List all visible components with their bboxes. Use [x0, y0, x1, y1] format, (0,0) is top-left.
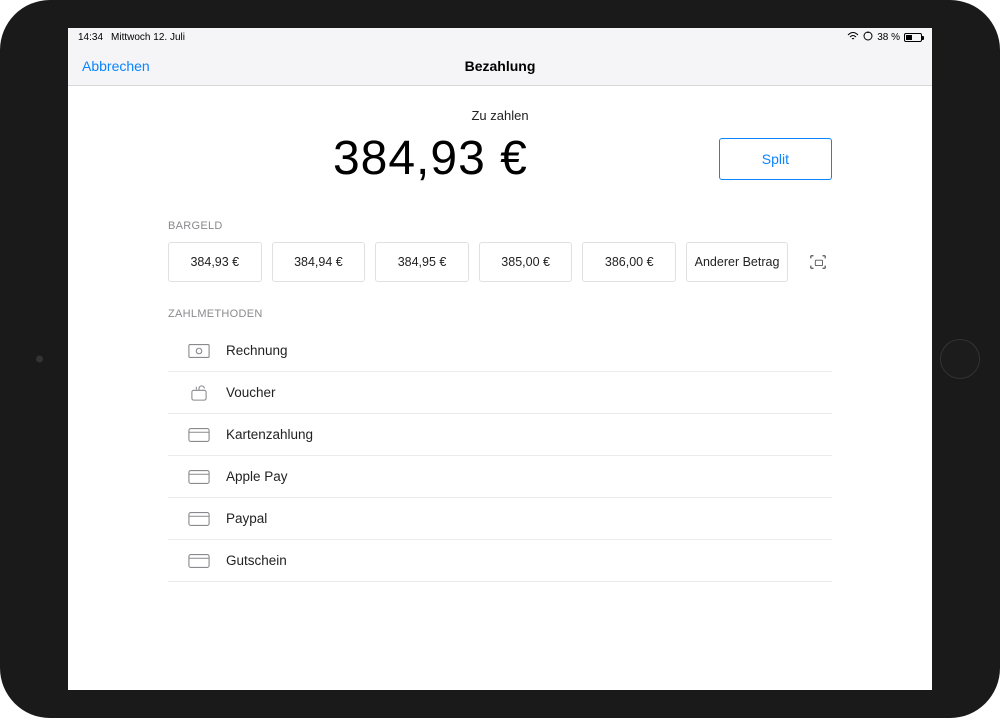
payment-methods-section: ZAHLMETHODEN Rechnung Voucher Kartenzahlun… [68, 308, 932, 582]
card-icon [188, 427, 210, 443]
status-date: Mittwoch 12. Juli [111, 32, 185, 43]
payment-method-row[interactable]: Rechnung [168, 330, 832, 372]
card-icon [188, 469, 210, 485]
payment-method-label: Rechnung [226, 343, 288, 358]
payment-method-label: Kartenzahlung [226, 427, 313, 442]
payment-method-row[interactable]: Kartenzahlung [168, 414, 832, 456]
battery-percent: 38 % [877, 32, 900, 43]
card-icon [188, 553, 210, 569]
payment-header: Zu zahlen 384,93 € Split [68, 86, 932, 186]
card-icon [188, 511, 210, 527]
barcode-icon [809, 253, 827, 271]
payment-method-row[interactable]: Voucher [168, 372, 832, 414]
payment-method-label: Paypal [226, 511, 267, 526]
payment-method-label: Voucher [226, 385, 276, 400]
screen: 14:34 Mittwoch 12. Juli 38 % Abbrechen B… [68, 28, 932, 690]
barcode-scan-button[interactable] [804, 253, 832, 271]
payment-method-label: Apple Pay [226, 469, 288, 484]
payment-amount: 384,93 € [333, 131, 528, 186]
voucher-icon [188, 385, 210, 401]
cash-option[interactable]: 384,95 € [375, 242, 469, 282]
split-button[interactable]: Split [719, 138, 832, 180]
cash-option[interactable]: 385,00 € [479, 242, 573, 282]
payment-method-label: Gutschein [226, 553, 287, 568]
device-frame: 14:34 Mittwoch 12. Juli 38 % Abbrechen B… [0, 0, 1000, 718]
payment-subtitle: Zu zahlen [68, 108, 932, 123]
status-time: 14:34 [78, 32, 103, 43]
cash-option[interactable]: 384,93 € [168, 242, 262, 282]
invoice-icon [188, 343, 210, 359]
wifi-icon [847, 31, 859, 44]
device-camera [36, 356, 43, 363]
payment-method-row[interactable]: Apple Pay [168, 456, 832, 498]
cash-section: BARGELD 384,93 € 384,94 € 384,95 € 385,0… [68, 220, 932, 282]
cash-option[interactable]: 384,94 € [272, 242, 366, 282]
page-title: Bezahlung [465, 58, 536, 74]
payment-method-row[interactable]: Gutschein [168, 540, 832, 582]
home-button[interactable] [940, 339, 980, 379]
rotation-lock-icon [863, 31, 873, 44]
payment-method-row[interactable]: Paypal [168, 498, 832, 540]
nav-bar: Abbrechen Bezahlung [68, 46, 932, 86]
cash-option-other[interactable]: Anderer Betrag [686, 242, 788, 282]
cash-option[interactable]: 386,00 € [582, 242, 676, 282]
methods-section-label: ZAHLMETHODEN [168, 308, 832, 320]
cash-section-label: BARGELD [168, 220, 832, 232]
battery-icon [904, 33, 922, 42]
content: Zu zahlen 384,93 € Split BARGELD 384,93 … [68, 86, 932, 690]
status-bar: 14:34 Mittwoch 12. Juli 38 % [68, 28, 932, 46]
cash-options-row: 384,93 € 384,94 € 384,95 € 385,00 € 386,… [168, 242, 832, 282]
cancel-button[interactable]: Abbrechen [82, 58, 150, 74]
